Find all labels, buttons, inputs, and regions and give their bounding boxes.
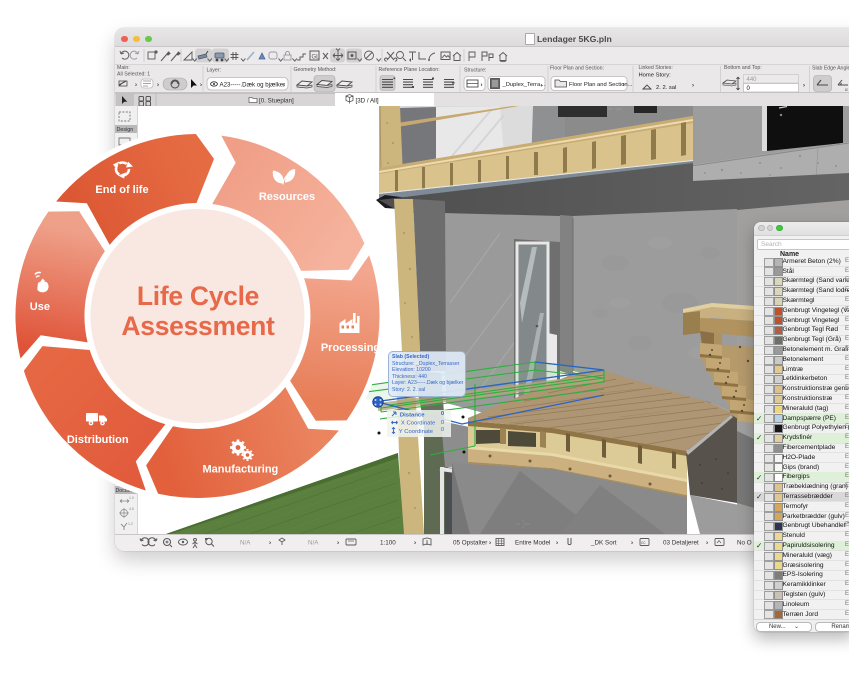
svg-text:Structure:: Structure: bbox=[464, 68, 487, 74]
svg-text:›: › bbox=[200, 83, 202, 89]
svg-text:cc: cc bbox=[641, 540, 646, 545]
svg-text:›: › bbox=[269, 540, 271, 547]
svg-text:›: › bbox=[706, 540, 708, 547]
svg-text:Linked Stories:: Linked Stories: bbox=[639, 65, 673, 71]
svg-text:03 Detaljeret: 03 Detaljeret bbox=[663, 540, 699, 547]
svg-text:_DK Sort: _DK Sort bbox=[590, 540, 617, 547]
svg-text:No O: No O bbox=[737, 540, 752, 547]
svg-text:›: › bbox=[803, 83, 805, 89]
svg-text:›: › bbox=[623, 83, 625, 89]
svg-text:α: α bbox=[845, 87, 848, 92]
svg-text:✕: ✕ bbox=[611, 107, 617, 114]
svg-text:Manufacturing: Manufacturing bbox=[203, 464, 279, 476]
svg-text:›: › bbox=[692, 83, 694, 89]
svg-text:Geometry Method:: Geometry Method: bbox=[294, 67, 337, 73]
svg-text:›: › bbox=[541, 83, 543, 89]
svg-text:GL: GL bbox=[312, 55, 321, 61]
svg-text:Reference Plane Location:: Reference Plane Location: bbox=[379, 67, 440, 73]
svg-text:N/A: N/A bbox=[240, 540, 251, 547]
svg-text:[0. Stueplan]: [0. Stueplan] bbox=[259, 98, 294, 105]
svg-text:Processing: Processing bbox=[321, 342, 380, 354]
svg-text:›: › bbox=[489, 540, 491, 547]
svg-text:✕: ✕ bbox=[519, 522, 525, 529]
svg-text:›: › bbox=[414, 540, 416, 547]
svg-text:›: › bbox=[135, 83, 137, 89]
svg-text:›: › bbox=[157, 83, 159, 89]
svg-text:All Selected: 1: All Selected: 1 bbox=[117, 72, 150, 78]
svg-text:›: › bbox=[283, 83, 285, 89]
svg-text:1:100: 1:100 bbox=[380, 540, 396, 547]
svg-text:Bottom and Top:: Bottom and Top: bbox=[724, 65, 762, 71]
svg-text:2. 2. sal: 2. 2. sal bbox=[656, 85, 676, 91]
svg-text:Assessment: Assessment bbox=[121, 311, 275, 341]
svg-text:A23-----.Dæk og bjælker: A23-----.Dæk og bjælker bbox=[220, 81, 286, 88]
svg-text:End of life: End of life bbox=[95, 184, 148, 196]
svg-text:›: › bbox=[481, 83, 483, 89]
svg-text:Resources: Resources bbox=[259, 191, 315, 203]
svg-text:05 Opstalter: 05 Opstalter bbox=[453, 540, 487, 547]
svg-text:Slab Edge Angle:: Slab Edge Angle: bbox=[812, 66, 849, 72]
svg-text:›: › bbox=[337, 540, 339, 547]
svg-text:Entire Model: Entire Model bbox=[515, 540, 550, 547]
svg-text:Distribution: Distribution bbox=[67, 434, 129, 446]
svg-text:440: 440 bbox=[747, 77, 758, 83]
svg-text:Home Story:: Home Story: bbox=[639, 73, 672, 79]
svg-text:›: › bbox=[631, 540, 633, 547]
svg-text:Floor Plan and Section:: Floor Plan and Section: bbox=[550, 66, 604, 72]
svg-text:Use: Use bbox=[30, 301, 50, 313]
svg-text:Life Cycle: Life Cycle bbox=[137, 281, 259, 311]
svg-text:›: › bbox=[556, 540, 558, 547]
svg-text:Layer:: Layer: bbox=[207, 68, 221, 74]
svg-text:[3D / All]: [3D / All] bbox=[356, 98, 379, 105]
svg-text:Main:: Main: bbox=[117, 65, 130, 71]
svg-text:_Duplex_Terra...: _Duplex_Terra... bbox=[502, 82, 546, 88]
svg-text:1.2: 1.2 bbox=[128, 522, 133, 526]
svg-text:N/A: N/A bbox=[308, 540, 319, 547]
